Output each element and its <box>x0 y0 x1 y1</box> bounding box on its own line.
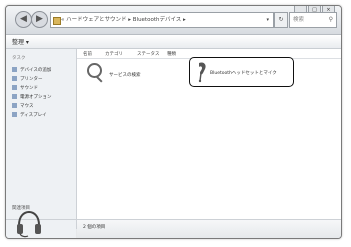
display-icon <box>12 112 17 117</box>
column-name[interactable]: 名前 <box>83 51 92 57</box>
power-icon <box>12 94 17 99</box>
explorer-window: _ □ × ◀ ▶ « ハードウェアとサウンド ▸ Bluetoothデバイス ▸ … <box>5 5 342 239</box>
sidebar-item-power[interactable]: 電源オプション <box>12 94 52 101</box>
status-icon-area <box>6 210 76 238</box>
sidebar-item-sound[interactable]: サウンド <box>12 85 38 92</box>
address-bar-area: _ □ × ◀ ▶ « ハードウェアとサウンド ▸ Bluetoothデバイス ▸ … <box>6 6 341 35</box>
search-icon: ⚲ <box>328 16 333 23</box>
speaker-icon <box>12 85 17 90</box>
chevron-down-icon[interactable]: ▾ <box>266 13 269 27</box>
bluetooth-headset-item[interactable]: Bluetoothヘッドセットとマイク <box>189 57 294 87</box>
magnifier-icon <box>87 63 102 78</box>
back-button[interactable]: ◀ <box>15 11 32 28</box>
address-field[interactable]: « ハードウェアとサウンド ▸ Bluetoothデバイス ▸ ▾ <box>50 12 274 28</box>
organize-button[interactable]: 整理 ▾ <box>12 37 29 46</box>
forward-button[interactable]: ▶ <box>31 11 48 28</box>
column-category[interactable]: カテゴリ <box>105 51 123 57</box>
sidebar-item-add-device[interactable]: デバイスの追加 <box>12 67 51 74</box>
magnifier-handle <box>95 75 103 83</box>
headset-icon <box>198 62 206 83</box>
refresh-button[interactable]: ↻ <box>274 12 288 28</box>
content-pane: 名前 カテゴリ ステータス 種類 サービスの検索 Bluetoothヘッドセット… <box>77 49 341 219</box>
sidebar-item-display[interactable]: ディスプレイ <box>12 112 47 119</box>
headset-label: Bluetoothヘッドセットとマイク <box>210 71 277 76</box>
search-input[interactable]: 検索 ⚲ <box>289 12 337 28</box>
status-bar: 2 個の項目 <box>77 219 341 238</box>
printer-icon <box>12 76 17 81</box>
headset-large-icon <box>17 210 41 238</box>
search-services-label: サービスの検索 <box>109 73 141 78</box>
column-type[interactable]: 種類 <box>167 51 176 57</box>
navigation-pane: タスク デバイスの追加 プリンター サウンド 電源オプション マウス ディスプレ… <box>6 49 77 229</box>
column-status[interactable]: ステータス <box>137 51 160 57</box>
search-services-item[interactable]: サービスの検索 <box>87 63 177 87</box>
search-placeholder: 検索 <box>293 17 305 23</box>
sidebar-item-mouse[interactable]: マウス <box>12 103 34 110</box>
sidebar-item-printers[interactable]: プリンター <box>12 76 43 83</box>
toolbar: 整理 ▾ <box>6 35 341 49</box>
address-path: « ハードウェアとサウンド ▸ Bluetoothデバイス ▸ <box>61 17 186 23</box>
mouse-icon <box>12 103 17 108</box>
item-count: 2 個の項目 <box>83 225 106 230</box>
device-icon <box>12 67 17 72</box>
folder-icon <box>53 17 61 25</box>
nav-title: タスク <box>12 56 26 61</box>
